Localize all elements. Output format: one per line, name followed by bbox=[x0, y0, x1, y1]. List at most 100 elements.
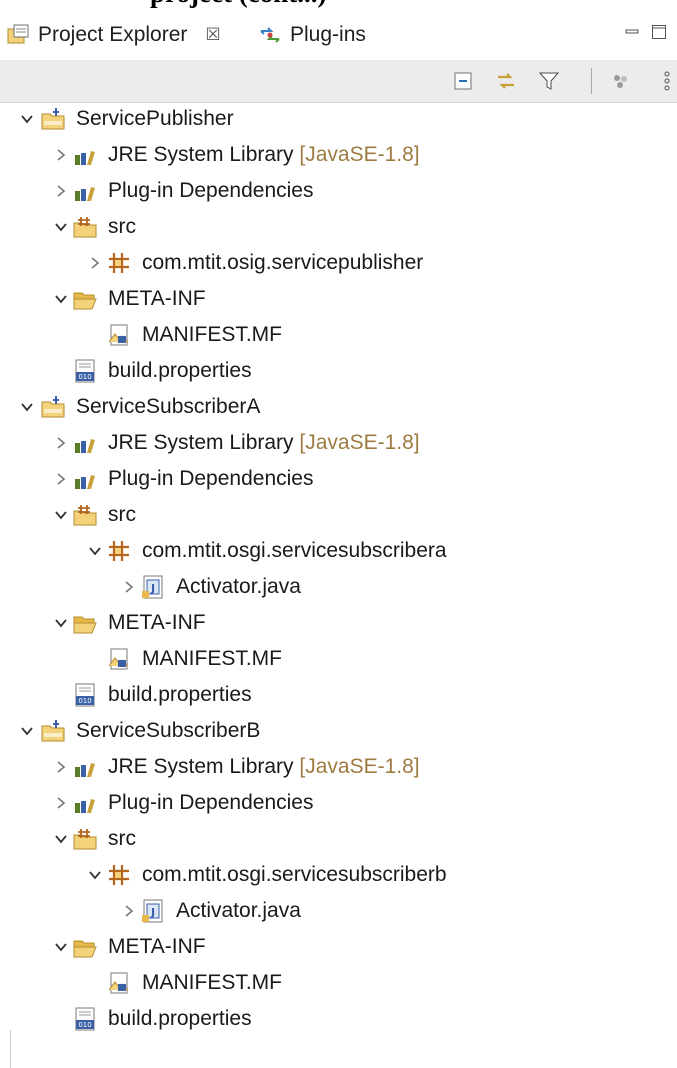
manifest-file-icon bbox=[108, 972, 129, 994]
toolbar-separator bbox=[591, 68, 592, 94]
plugin-project-icon bbox=[41, 720, 65, 742]
folder-open-icon bbox=[73, 292, 97, 310]
close-tab-icon[interactable]: ☒ bbox=[205, 25, 220, 45]
chevron-down-icon[interactable] bbox=[54, 616, 68, 630]
tree-row-meta-inf[interactable]: META-INF bbox=[0, 606, 677, 642]
package-icon bbox=[109, 865, 129, 885]
collapse-all-icon[interactable] bbox=[452, 69, 476, 93]
tree-row-manifest[interactable]: MANIFEST.MF bbox=[0, 318, 677, 354]
svg-text:010: 010 bbox=[78, 697, 91, 705]
chevron-right-icon[interactable] bbox=[54, 184, 68, 198]
chevron-down-icon[interactable] bbox=[54, 292, 68, 306]
tree-row-jre[interactable]: JRE System Library [JavaSE-1.8] bbox=[0, 426, 677, 462]
source-folder-icon bbox=[73, 829, 97, 850]
library-icon bbox=[75, 439, 95, 453]
folder-open-icon bbox=[73, 940, 97, 958]
java-file-icon: J bbox=[142, 899, 163, 923]
tree-row-dependencies[interactable]: Plug-in Dependencies bbox=[0, 462, 677, 498]
chevron-right-icon[interactable] bbox=[88, 256, 102, 270]
maximize-icon[interactable] bbox=[651, 24, 667, 40]
tab-plug-ins[interactable]: Plug-ins bbox=[258, 12, 366, 58]
tree-row-manifest[interactable]: MANIFEST.MF bbox=[0, 642, 677, 678]
tree-item-label: Plug-in Dependencies bbox=[108, 791, 314, 814]
filter-icon[interactable] bbox=[537, 69, 561, 93]
project-label: ServiceSubscriberB bbox=[76, 719, 261, 742]
chevron-down-icon[interactable] bbox=[54, 940, 68, 954]
tree-item-label: META-INF bbox=[108, 611, 206, 634]
tree-row-build-properties[interactable]: 010 build.properties bbox=[0, 678, 677, 714]
tree-row-build-properties[interactable]: 010 build.properties bbox=[0, 354, 677, 390]
tree-row-src[interactable]: src bbox=[0, 210, 677, 246]
folder-open-icon bbox=[73, 616, 97, 634]
chevron-down-icon[interactable] bbox=[20, 112, 34, 126]
chevron-right-icon[interactable] bbox=[54, 760, 68, 774]
tree-row-src[interactable]: src bbox=[0, 822, 677, 858]
tree-row-dependencies[interactable]: Plug-in Dependencies bbox=[0, 174, 677, 210]
tree-item-label: build.properties bbox=[108, 683, 252, 706]
jre-label: JRE System Library bbox=[108, 755, 294, 778]
focus-icon[interactable] bbox=[608, 69, 632, 93]
library-icon bbox=[75, 187, 95, 201]
chevron-down-icon[interactable] bbox=[54, 832, 68, 846]
tree-item-label: Activator.java bbox=[176, 575, 301, 598]
tree-row-jre[interactable]: JRE System Library [JavaSE-1.8] bbox=[0, 750, 677, 786]
tree-row-project[interactable]: ServiceSubscriberB bbox=[0, 714, 677, 750]
tree-item-label: META-INF bbox=[108, 935, 206, 958]
plugin-project-icon bbox=[41, 396, 65, 418]
manifest-file-icon bbox=[108, 648, 129, 670]
link-with-editor-icon[interactable] bbox=[494, 69, 518, 93]
svg-text:J: J bbox=[150, 906, 155, 919]
java-file-icon: J bbox=[142, 575, 163, 599]
tree-row-src[interactable]: src bbox=[0, 498, 677, 534]
chevron-down-icon[interactable] bbox=[88, 868, 102, 882]
tree-item-label: Activator.java bbox=[176, 899, 301, 922]
tree-row-package[interactable]: com.mtit.osgi.servicesubscribera bbox=[0, 534, 677, 570]
project-label: ServiceSubscriberA bbox=[76, 395, 261, 418]
tree-item-label: Plug-in Dependencies bbox=[108, 179, 314, 202]
tree-row-project[interactable]: ServiceSubscriberA bbox=[0, 390, 677, 426]
tree-row-project[interactable]: ServicePublisher bbox=[0, 102, 677, 138]
view-tab-bar: Project Explorer ☒ Plug-ins bbox=[0, 12, 677, 61]
tab-label: Project Explorer bbox=[38, 23, 188, 46]
source-folder-icon bbox=[73, 217, 97, 238]
tree-row-manifest[interactable]: MANIFEST.MF bbox=[0, 966, 677, 1002]
tree-row-jre[interactable]: JRE System Library [JavaSE-1.8] bbox=[0, 138, 677, 174]
tree-row-java-file[interactable]: J Activator.java bbox=[0, 894, 677, 930]
tree-row-build-properties[interactable]: 010 build.properties bbox=[0, 1002, 677, 1038]
tab-project-explorer[interactable]: Project Explorer ☒ bbox=[6, 12, 221, 58]
tree-item-label: MANIFEST.MF bbox=[142, 971, 282, 994]
chevron-right-icon[interactable] bbox=[54, 472, 68, 486]
chevron-down-icon[interactable] bbox=[20, 724, 34, 738]
tree-item-label: build.properties bbox=[108, 359, 252, 382]
view-toolbar bbox=[0, 60, 677, 103]
view-menu-icon[interactable] bbox=[655, 69, 677, 93]
chevron-right-icon[interactable] bbox=[54, 436, 68, 450]
tree-row-meta-inf[interactable]: META-INF bbox=[0, 930, 677, 966]
svg-text:J: J bbox=[150, 582, 155, 595]
tree-item-label: JRE System Library [JavaSE-1.8] bbox=[108, 752, 420, 782]
tree-row-meta-inf[interactable]: META-INF bbox=[0, 282, 677, 318]
tree-row-java-file[interactable]: J Activator.java bbox=[0, 570, 677, 606]
chevron-right-icon[interactable] bbox=[54, 796, 68, 810]
tree-row-package[interactable]: com.mtit.osgi.servicesubscriberb bbox=[0, 858, 677, 894]
manifest-file-icon bbox=[108, 324, 129, 346]
tree-item-label: Plug-in Dependencies bbox=[108, 467, 314, 490]
plug-ins-icon bbox=[260, 27, 280, 43]
minimize-icon[interactable] bbox=[624, 24, 640, 40]
chevron-down-icon[interactable] bbox=[54, 220, 68, 234]
tree-item-label: build.properties bbox=[108, 1007, 252, 1030]
chevron-down-icon[interactable] bbox=[88, 544, 102, 558]
tree-item-label: com.mtit.osgi.servicesubscribera bbox=[142, 539, 447, 562]
tree-row-dependencies[interactable]: Plug-in Dependencies bbox=[0, 786, 677, 822]
tree-row-package[interactable]: com.mtit.osig.servicepublisher bbox=[0, 246, 677, 282]
chevron-right-icon[interactable] bbox=[122, 904, 136, 918]
properties-file-icon: 010 bbox=[75, 683, 95, 707]
source-folder-icon bbox=[73, 505, 97, 526]
chevron-right-icon[interactable] bbox=[54, 148, 68, 162]
chevron-right-icon[interactable] bbox=[122, 580, 136, 594]
library-icon bbox=[75, 151, 95, 165]
chevron-down-icon[interactable] bbox=[54, 508, 68, 522]
jre-version-decoration: [JavaSE-1.8] bbox=[299, 755, 420, 778]
chevron-down-icon[interactable] bbox=[20, 400, 34, 414]
jre-label: JRE System Library bbox=[108, 431, 294, 454]
